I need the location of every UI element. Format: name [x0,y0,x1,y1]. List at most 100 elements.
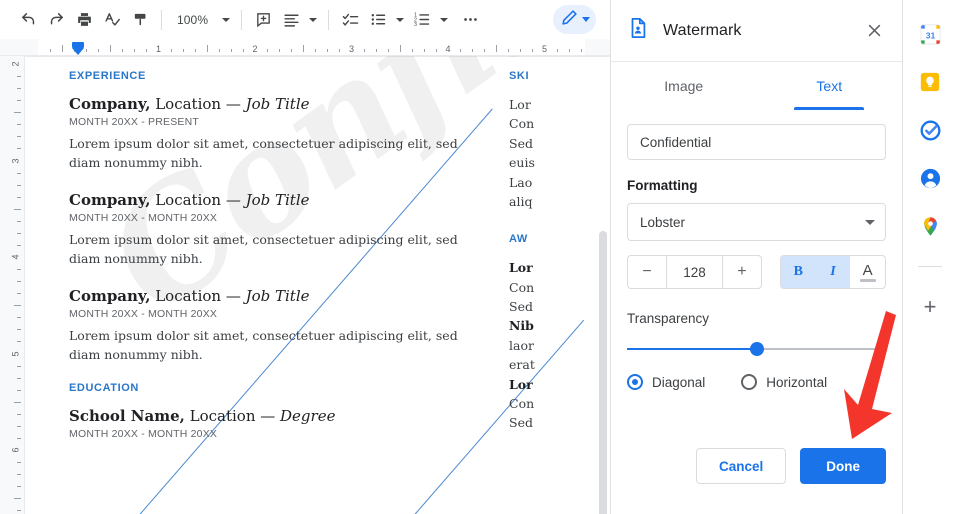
horizontal-ruler[interactable]: 1 2 3 4 5 [0,39,610,56]
chevron-down-icon [440,17,449,22]
radio-diagonal[interactable]: Diagonal [627,374,705,390]
document-scrollbar[interactable] [599,231,607,514]
font-size-stepper[interactable]: − 128 + [627,255,762,289]
cancel-button[interactable]: Cancel [695,448,787,484]
toolbar-divider [241,9,243,30]
document-entry-date: MONTH 20XX - PRESENT [69,116,200,128]
ruler-tick [17,184,21,186]
toolbar: 100% 123 [0,0,610,39]
ruler-tick [110,45,112,52]
transparency-slider[interactable] [627,338,886,360]
font-size-increase-button[interactable]: + [723,256,761,288]
ruler-tick [86,49,88,52]
transparency-label: Transparency [627,311,710,326]
ruler-tick [17,100,21,102]
ruler-tick [17,124,21,126]
print-icon[interactable] [70,6,98,34]
ruler-tick [146,49,148,52]
ruler-tick [279,49,281,52]
text-style-group: B I A [779,255,886,289]
paint-format-icon[interactable] [126,6,154,34]
undo-icon[interactable] [14,6,42,34]
ruler-tick [423,49,425,52]
slider-thumb[interactable] [750,342,764,356]
document-page[interactable]: Confidential EXPERIENCECompany, Location… [25,56,610,514]
document-side-line: Sed [509,135,533,151]
ruler-tick [17,220,21,222]
add-comment-icon[interactable] [249,6,277,34]
google-contacts-icon[interactable] [918,166,942,190]
ruler-tick [17,462,21,464]
radio-diagonal-label: Diagonal [652,374,706,390]
ruler-tick [580,49,582,52]
close-icon[interactable] [860,17,888,45]
ruler-tick [218,49,220,52]
pencil-icon [561,9,578,31]
panel-actions: Cancel Done [695,448,886,484]
indent-marker[interactable] [72,42,84,55]
ruler-tick [62,45,63,52]
ruler-tick [17,317,21,319]
font-family-select[interactable]: Lobster [627,203,886,241]
ruler-number: 3 [10,157,21,164]
spellcheck-icon[interactable] [98,6,126,34]
vertical-ruler[interactable]: 2 3 4 5 6 [0,56,25,514]
tab-text[interactable]: Text [757,62,903,110]
done-button[interactable]: Done [800,448,886,484]
chevron-down-icon [309,17,318,22]
ruler-tick [194,49,196,52]
watermark-text-input[interactable]: Confidential [627,124,886,160]
document-area: 100% 123 1 2 3 4 5 2 3 4 5 6 EXPERIENCE … [0,0,610,514]
ruler-tick [14,498,21,500]
toolbar-divider [161,9,162,30]
numbered-list-icon[interactable]: 123 [408,6,436,34]
ruler-tick [556,49,558,52]
add-addon-icon[interactable]: + [918,295,942,319]
bulleted-list-icon[interactable] [364,6,392,34]
numbered-list-dropdown[interactable] [436,6,452,34]
ruler-number: 6 [10,447,21,453]
font-size-value[interactable]: 128 [666,256,723,288]
bold-button[interactable]: B [780,256,816,288]
google-tasks-icon[interactable] [918,118,942,142]
document-side-line: Lor [509,260,533,276]
ruler-tick [327,49,329,52]
document-entry-description: Lorem ipsum dolor sit amet, consectetuer… [69,327,458,362]
radio-horizontal[interactable]: Horizontal [741,374,827,390]
document-entry-date: MONTH 20XX - MONTH 20XX [69,211,218,224]
ruler-tick [17,425,21,427]
zoom-control[interactable]: 100% [169,6,234,34]
checklist-icon[interactable] [336,6,364,34]
formatting-label: Formatting [627,178,698,193]
text-color-swatch [859,278,876,282]
ruler-tick [484,49,486,52]
ruler-tick [303,45,305,52]
document-side-line: Con [509,116,535,132]
more-options-icon[interactable] [456,6,484,34]
italic-button[interactable]: I [815,256,851,288]
docs-window: 100% 123 1 2 3 4 5 2 3 4 5 6 EXPERIENCE … [0,0,957,514]
line-spacing-dropdown[interactable] [305,6,321,34]
ruler-tick [339,49,341,52]
document-entry-title: Company, Location — Job Title [69,286,310,305]
line-spacing-icon[interactable] [277,6,305,34]
ruler-tick [17,389,21,391]
ruler-tick [17,377,21,379]
font-size-decrease-button[interactable]: − [628,256,666,288]
ruler-number: 1 [155,44,162,54]
ruler-page-band [38,39,585,55]
google-keep-icon[interactable] [918,70,942,94]
editing-mode-button[interactable] [553,5,596,34]
font-family-value: Lobster [640,214,686,230]
bulleted-list-dropdown[interactable] [392,6,408,34]
ruler-number: 2 [252,44,258,54]
ruler-tick [532,49,534,52]
google-calendar-icon[interactable]: 31 [918,22,942,46]
ruler-tick [411,49,413,52]
document-entry-description: Lorem ipsum dolor sit amet, consectetuer… [69,136,458,171]
redo-icon[interactable] [42,6,70,34]
google-maps-icon[interactable] [918,214,942,238]
document-side-line: Sed [509,415,533,431]
tab-image[interactable]: Image [611,62,757,110]
text-color-button[interactable]: A [850,256,885,288]
